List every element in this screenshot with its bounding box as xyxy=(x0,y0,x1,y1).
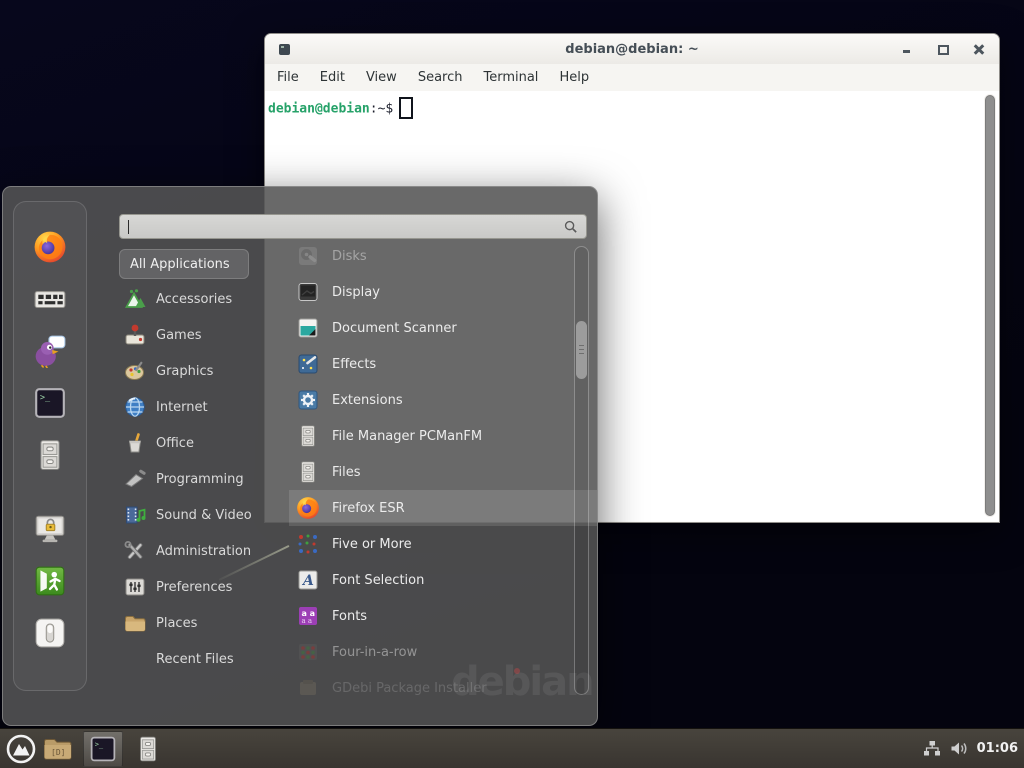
minimize-button[interactable] xyxy=(901,43,913,55)
applications-menu-button[interactable] xyxy=(6,734,36,764)
terminal-titlebar-icon xyxy=(279,44,290,55)
terminal-scrollbar-thumb[interactable] xyxy=(985,95,995,516)
pcmanfm-icon xyxy=(296,424,320,448)
maximize-button[interactable] xyxy=(937,43,949,55)
category-internet[interactable]: Internet xyxy=(119,389,291,425)
svg-text:[D]: [D] xyxy=(51,748,65,757)
app-effects[interactable]: Effects xyxy=(289,346,597,382)
terminal-icon[interactable] xyxy=(33,386,67,420)
terminal-title: debian@debian: ~ xyxy=(565,42,698,57)
app-firefox-esr[interactable]: Firefox ESR xyxy=(289,490,597,526)
app-document-scanner[interactable]: Document Scanner xyxy=(289,310,597,346)
app-file-manager-pcmanfm[interactable]: File Manager PCManFM xyxy=(289,418,597,454)
category-places[interactable]: Places xyxy=(119,605,291,641)
app-font-selection[interactable]: A Font Selection xyxy=(289,562,597,598)
menu-search-input[interactable] xyxy=(119,214,587,239)
app-files[interactable]: Files xyxy=(289,454,597,490)
prompt-user-host: debian@debian xyxy=(268,102,370,117)
category-recent-files[interactable]: Recent Files xyxy=(119,641,291,677)
menu-terminal[interactable]: Terminal xyxy=(483,70,538,85)
display-icon xyxy=(296,280,320,304)
terminal-titlebar[interactable]: debian@debian: ~ xyxy=(265,34,999,64)
app-five-or-more[interactable]: Five or More xyxy=(289,526,597,562)
svg-text:a a: a a xyxy=(302,617,313,625)
internet-icon xyxy=(123,395,147,419)
document-scanner-icon xyxy=(296,316,320,340)
shut-down-icon[interactable] xyxy=(33,616,67,650)
programming-icon xyxy=(123,467,147,491)
category-preferences[interactable]: Preferences xyxy=(119,569,291,605)
menu-help[interactable]: Help xyxy=(559,70,589,85)
menu-scrollbar-thumb[interactable] xyxy=(576,321,587,379)
app-extensions[interactable]: Extensions xyxy=(289,382,597,418)
office-icon xyxy=(123,431,147,455)
terminal-taskbar-icon xyxy=(89,735,117,763)
pidgin-icon[interactable] xyxy=(33,334,67,368)
search-caret xyxy=(128,220,129,234)
menu-view[interactable]: View xyxy=(366,70,397,85)
category-graphics[interactable]: Graphics xyxy=(119,353,291,389)
terminal-cursor xyxy=(399,97,413,119)
menu-favorites-column xyxy=(13,201,87,691)
gdebi-icon xyxy=(296,676,320,700)
search-icon xyxy=(564,220,578,234)
category-games[interactable]: Games xyxy=(119,317,291,353)
preferences-icon xyxy=(123,575,147,599)
font-selection-icon: A xyxy=(296,568,320,592)
lock-screen-icon[interactable] xyxy=(33,512,67,546)
terminal-taskbar-button[interactable] xyxy=(83,731,123,767)
system-tray: 01:06 xyxy=(923,729,1018,768)
category-programming[interactable]: Programming xyxy=(119,461,291,497)
keyboard-preferences-icon[interactable] xyxy=(33,282,67,316)
extensions-icon xyxy=(296,388,320,412)
sound-video-icon xyxy=(123,503,147,527)
prompt-path: :~$ xyxy=(370,102,393,117)
four-in-a-row-icon xyxy=(296,640,320,664)
firefox-esr-icon xyxy=(296,496,320,520)
menu-app-list: Disks Display Document Scanner xyxy=(289,238,597,706)
firefox-icon[interactable] xyxy=(33,230,67,264)
fonts-icon: a a a a xyxy=(296,604,320,628)
places-folder-icon xyxy=(123,611,147,635)
accessories-icon xyxy=(123,287,147,311)
file-manager-launcher-icon[interactable]: [D] xyxy=(42,735,74,763)
category-sound-video[interactable]: Sound & Video xyxy=(119,497,291,533)
close-button[interactable] xyxy=(973,43,985,55)
terminal-menubar: File Edit View Search Terminal Help xyxy=(265,64,999,91)
files-icon xyxy=(296,460,320,484)
category-office[interactable]: Office xyxy=(119,425,291,461)
five-or-more-icon xyxy=(296,532,320,556)
category-accessories[interactable]: Accessories xyxy=(119,281,291,317)
terminal-scrollbar[interactable] xyxy=(984,94,996,517)
clock[interactable]: 01:06 xyxy=(977,741,1018,756)
app-gdebi-package-installer[interactable]: GDebi Package Installer xyxy=(289,670,597,706)
effects-icon xyxy=(296,352,320,376)
category-all-applications[interactable]: All Applications xyxy=(119,249,249,279)
administration-icon xyxy=(123,539,147,563)
app-display[interactable]: Display xyxy=(289,274,597,310)
app-disks[interactable]: Disks xyxy=(289,238,597,274)
graphics-icon xyxy=(123,359,147,383)
network-icon[interactable] xyxy=(923,740,941,757)
file-cabinet-launcher-icon[interactable] xyxy=(134,734,162,764)
games-icon xyxy=(123,323,147,347)
menu-edit[interactable]: Edit xyxy=(320,70,345,85)
svg-text:A: A xyxy=(301,573,314,589)
applications-menu-popup: debian xyxy=(2,186,598,726)
app-fonts[interactable]: a a a a Fonts xyxy=(289,598,597,634)
disks-icon xyxy=(296,244,320,268)
file-manager-icon[interactable] xyxy=(33,438,67,472)
menu-categories: All Applications Accessories Games xyxy=(119,249,291,677)
log-out-icon[interactable] xyxy=(33,564,67,598)
volume-icon[interactable] xyxy=(950,740,968,757)
app-four-in-a-row[interactable]: Four-in-a-row xyxy=(289,634,597,670)
menu-search[interactable]: Search xyxy=(418,70,463,85)
menu-file[interactable]: File xyxy=(277,70,299,85)
category-administration[interactable]: Administration xyxy=(119,533,291,569)
taskbar: [D] 01:06 xyxy=(0,728,1024,768)
menu-scrollbar[interactable] xyxy=(574,246,589,695)
desktop: >_ debian@debian: ~ File Edit View Searc… xyxy=(0,0,1024,768)
